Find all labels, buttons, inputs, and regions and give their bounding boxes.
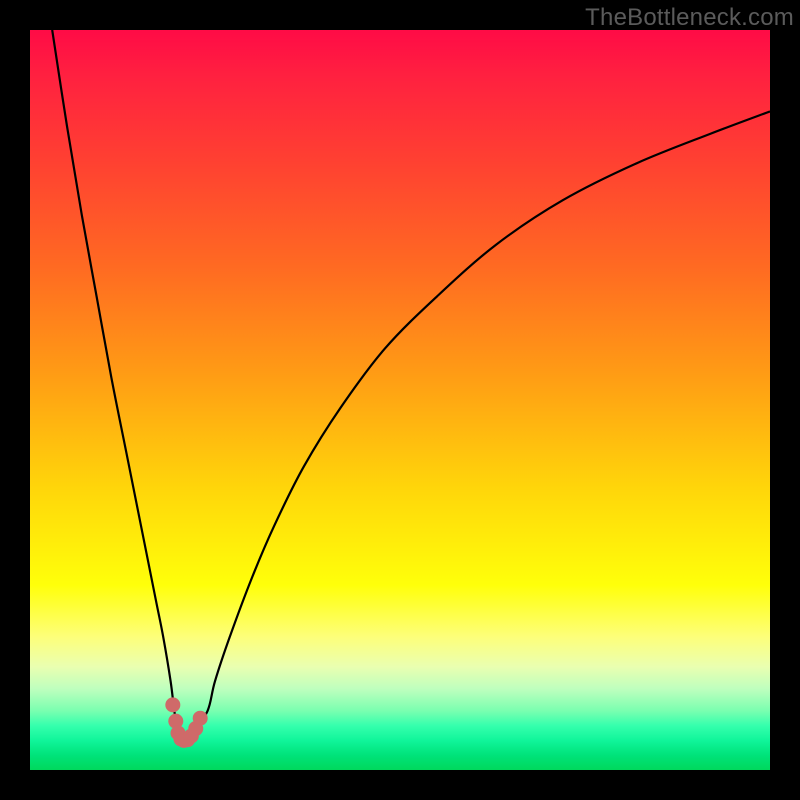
watermark-text: TheBottleneck.com xyxy=(585,4,794,32)
curve-layer xyxy=(30,30,770,770)
minimum-marker-group xyxy=(165,697,207,748)
plot-area xyxy=(30,30,770,770)
minimum-marker xyxy=(165,697,180,712)
chart-frame: TheBottleneck.com xyxy=(0,0,800,800)
minimum-marker xyxy=(193,711,208,726)
bottleneck-curve xyxy=(52,30,770,741)
